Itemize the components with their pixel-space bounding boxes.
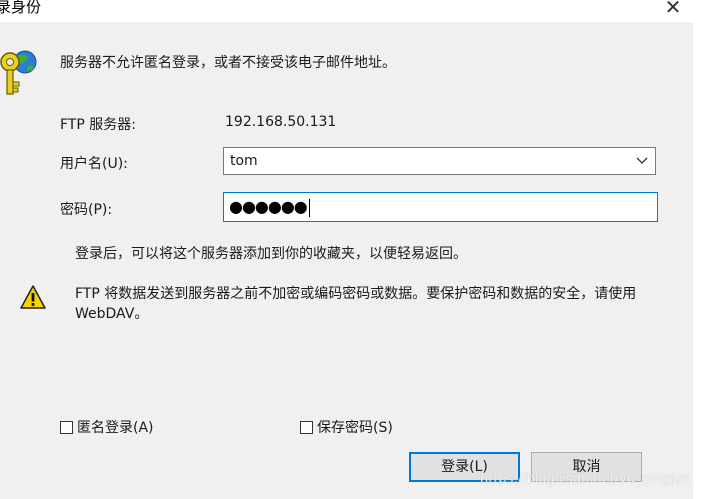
text-caret (308, 198, 310, 217)
server-value: 192.168.50.131 (225, 114, 337, 130)
window-title: 录身份 (0, 0, 42, 16)
warning-triangle-icon (20, 285, 46, 309)
username-value: tom (230, 153, 258, 169)
chevron-down-icon[interactable] (635, 151, 649, 171)
server-label: FTP 服务器: (60, 117, 136, 133)
save-password-checkbox[interactable] (300, 420, 313, 434)
key-globe-icon (0, 50, 37, 95)
password-mask: ●●●●●● (229, 197, 310, 217)
anonymous-login-checkbox[interactable] (60, 420, 73, 434)
password-field[interactable]: ●●●●●● (223, 192, 658, 222)
username-combobox[interactable]: tom (223, 147, 656, 175)
password-label: 密码(P): (60, 202, 113, 218)
close-button[interactable]: ✕ (650, 0, 696, 22)
security-warning: FTP 将数据发送到服务器之前不加密或编码密码或数据。要保护密码和数据的安全，请… (75, 286, 637, 322)
save-password-option[interactable]: 保存密码(S) (300, 417, 393, 437)
save-password-label: 保存密码(S) (317, 420, 393, 436)
favorites-note: 登录后，可以将这个服务器添加到你的收藏夹，以便轻易返回。 (75, 246, 467, 262)
right-edge-strip (693, 22, 709, 499)
username-label: 用户名(U): (60, 156, 128, 172)
anonymous-login-label: 匿名登录(A) (77, 420, 154, 436)
anonymous-login-option[interactable]: 匿名登录(A) (60, 417, 154, 437)
watermark-text: https://blog.csdn.net/yu_qingjun (480, 472, 690, 487)
title-bar: 录身份 ✕ (0, 0, 709, 22)
info-message: 服务器不允许匿名登录，或者不接受该电子邮件地址。 (60, 55, 396, 71)
